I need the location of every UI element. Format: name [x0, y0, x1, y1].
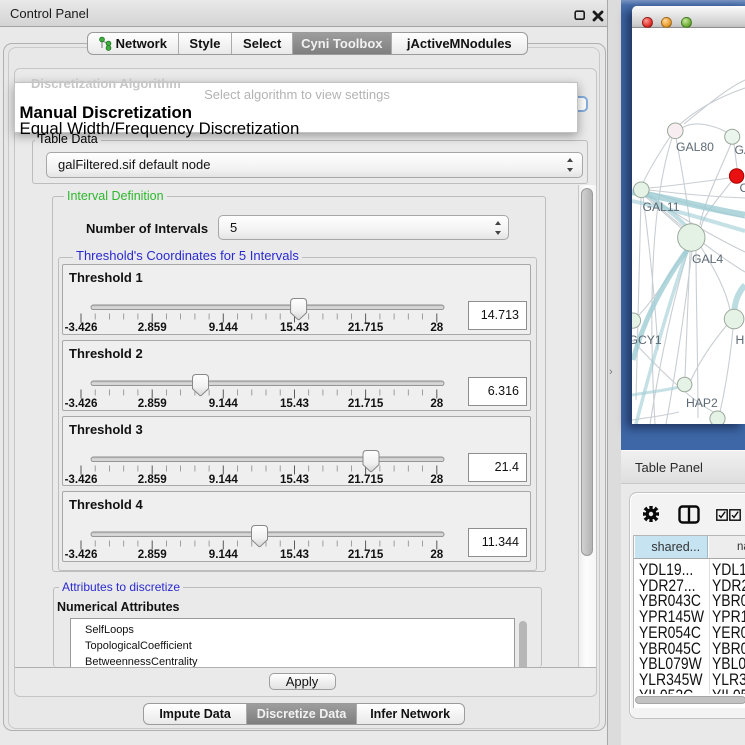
svg-text:9.144: 9.144	[209, 397, 239, 410]
svg-text:-3.426: -3.426	[65, 548, 98, 561]
svg-text:2.859: 2.859	[138, 472, 168, 485]
svg-text:9.144: 9.144	[209, 472, 239, 485]
svg-text:21.715: 21.715	[348, 472, 384, 485]
svg-text:-3.426: -3.426	[65, 472, 98, 485]
svg-text:28: 28	[430, 397, 443, 410]
svg-text:21.715: 21.715	[348, 397, 384, 410]
svg-text:HIS: HIS	[736, 333, 745, 347]
svg-text:GAL11: GAL11	[643, 200, 680, 214]
svg-text:HAP2: HAP2	[686, 396, 718, 410]
svg-text:GCY1: GCY1	[632, 333, 662, 347]
svg-text:C: C	[740, 181, 745, 195]
svg-text:28: 28	[430, 472, 443, 485]
svg-text:21.715: 21.715	[348, 321, 384, 334]
svg-text:15.43: 15.43	[280, 321, 310, 334]
svg-text:9.144: 9.144	[209, 321, 239, 334]
svg-text:9.144: 9.144	[209, 548, 239, 561]
svg-text:21.715: 21.715	[348, 548, 384, 561]
svg-text:28: 28	[430, 548, 443, 561]
svg-text:15.43: 15.43	[280, 548, 310, 561]
svg-text:15.43: 15.43	[280, 397, 310, 410]
svg-text:28: 28	[430, 321, 443, 334]
svg-text:2.859: 2.859	[138, 548, 168, 561]
svg-text:-3.426: -3.426	[65, 321, 98, 334]
svg-text:15.43: 15.43	[280, 472, 310, 485]
svg-text:2.859: 2.859	[138, 321, 168, 334]
svg-text:GAL80: GAL80	[676, 140, 714, 154]
svg-text:GAL: GAL	[735, 143, 745, 157]
svg-text:2.859: 2.859	[138, 397, 168, 410]
svg-text:GAL4: GAL4	[692, 252, 723, 266]
svg-text:-3.426: -3.426	[65, 397, 98, 410]
